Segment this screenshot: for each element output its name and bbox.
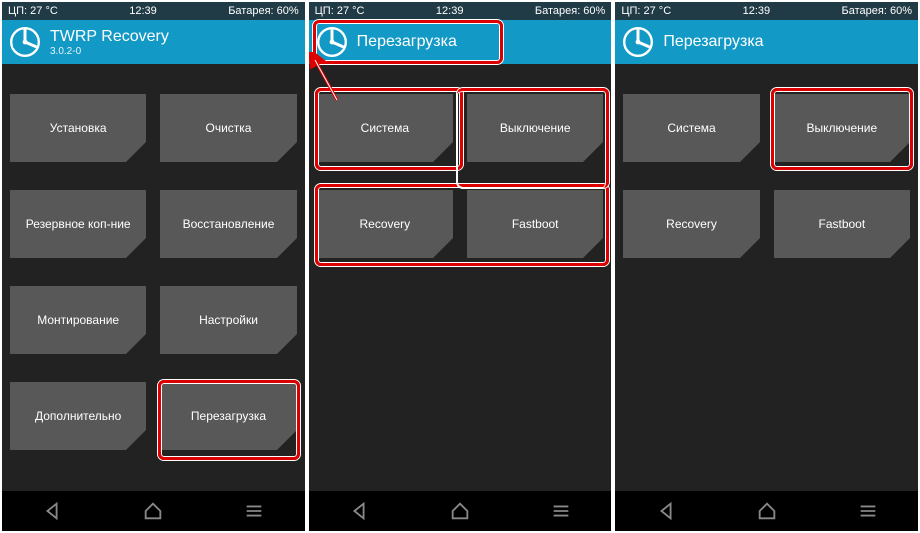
nav-back-icon[interactable] [655, 500, 677, 522]
tile-install[interactable]: Установка [10, 94, 146, 162]
status-time: 12:39 [129, 5, 157, 17]
header-title: Перезагрузка [357, 33, 457, 51]
header: TWRP Recovery 3.0.2-0 [2, 20, 305, 64]
tile-mount[interactable]: Монтирование [10, 286, 146, 354]
status-battery: Батарея: 60% [535, 5, 605, 17]
nav-back-icon[interactable] [41, 500, 63, 522]
nav-menu-icon[interactable] [857, 500, 879, 522]
nav-menu-icon[interactable] [243, 500, 265, 522]
screen-2: ЦП: 27 °C 12:39 Батарея: 60% Перезагрузк… [309, 2, 612, 531]
status-bar: ЦП: 27 °C 12:39 Батарея: 60% [2, 2, 305, 20]
tile-advanced[interactable]: Дополнительно [10, 382, 146, 450]
status-bar: ЦП: 27 °C 12:39 Батарея: 60% [309, 2, 612, 20]
status-temp: ЦП: 27 °C [315, 5, 365, 17]
tile-fastboot[interactable]: Fastboot [774, 190, 910, 258]
tile-system[interactable]: Система [623, 94, 759, 162]
status-bar: ЦП: 27 °C 12:39 Батарея: 60% [615, 2, 918, 20]
header-version: 3.0.2-0 [50, 46, 169, 57]
nav-home-icon[interactable] [142, 500, 164, 522]
navbar [2, 491, 305, 531]
nav-menu-icon[interactable] [550, 500, 572, 522]
header[interactable]: Перезагрузка [615, 20, 918, 64]
tile-reboot[interactable]: Перезагрузка [160, 382, 296, 450]
tile-system[interactable]: Система [317, 94, 453, 162]
header-title: TWRP Recovery [50, 28, 169, 46]
content-grid: Система Выключение Recovery Fastboot [615, 64, 918, 491]
twrp-logo-icon [623, 27, 653, 57]
tile-fastboot[interactable]: Fastboot [467, 190, 603, 258]
status-battery: Батарея: 60% [842, 5, 912, 17]
status-temp: ЦП: 27 °C [8, 5, 58, 17]
status-temp: ЦП: 27 °C [621, 5, 671, 17]
content-grid: Система Выключение Recovery Fastboot [309, 64, 612, 491]
nav-back-icon[interactable] [348, 500, 370, 522]
navbar [309, 491, 612, 531]
status-battery: Батарея: 60% [228, 5, 298, 17]
tile-restore[interactable]: Восстановление [160, 190, 296, 258]
nav-home-icon[interactable] [756, 500, 778, 522]
screen-3: ЦП: 27 °C 12:39 Батарея: 60% Перезагрузк… [615, 2, 918, 531]
nav-home-icon[interactable] [449, 500, 471, 522]
navbar [615, 491, 918, 531]
content-grid: Установка Очистка Резервное коп-ние Восс… [2, 64, 305, 491]
tile-poweroff[interactable]: Выключение [774, 94, 910, 162]
status-time: 12:39 [743, 5, 771, 17]
status-time: 12:39 [436, 5, 464, 17]
tile-wipe[interactable]: Очистка [160, 94, 296, 162]
tile-recovery[interactable]: Recovery [317, 190, 453, 258]
tile-backup[interactable]: Резервное коп-ние [10, 190, 146, 258]
tile-recovery[interactable]: Recovery [623, 190, 759, 258]
screen-1: ЦП: 27 °C 12:39 Батарея: 60% TWRP Recove… [2, 2, 305, 531]
header[interactable]: Перезагрузка [309, 20, 612, 64]
tile-settings[interactable]: Настройки [160, 286, 296, 354]
twrp-logo-icon [317, 27, 347, 57]
twrp-logo-icon [10, 27, 40, 57]
header-title: Перезагрузка [663, 33, 763, 51]
tile-poweroff[interactable]: Выключение [467, 94, 603, 162]
